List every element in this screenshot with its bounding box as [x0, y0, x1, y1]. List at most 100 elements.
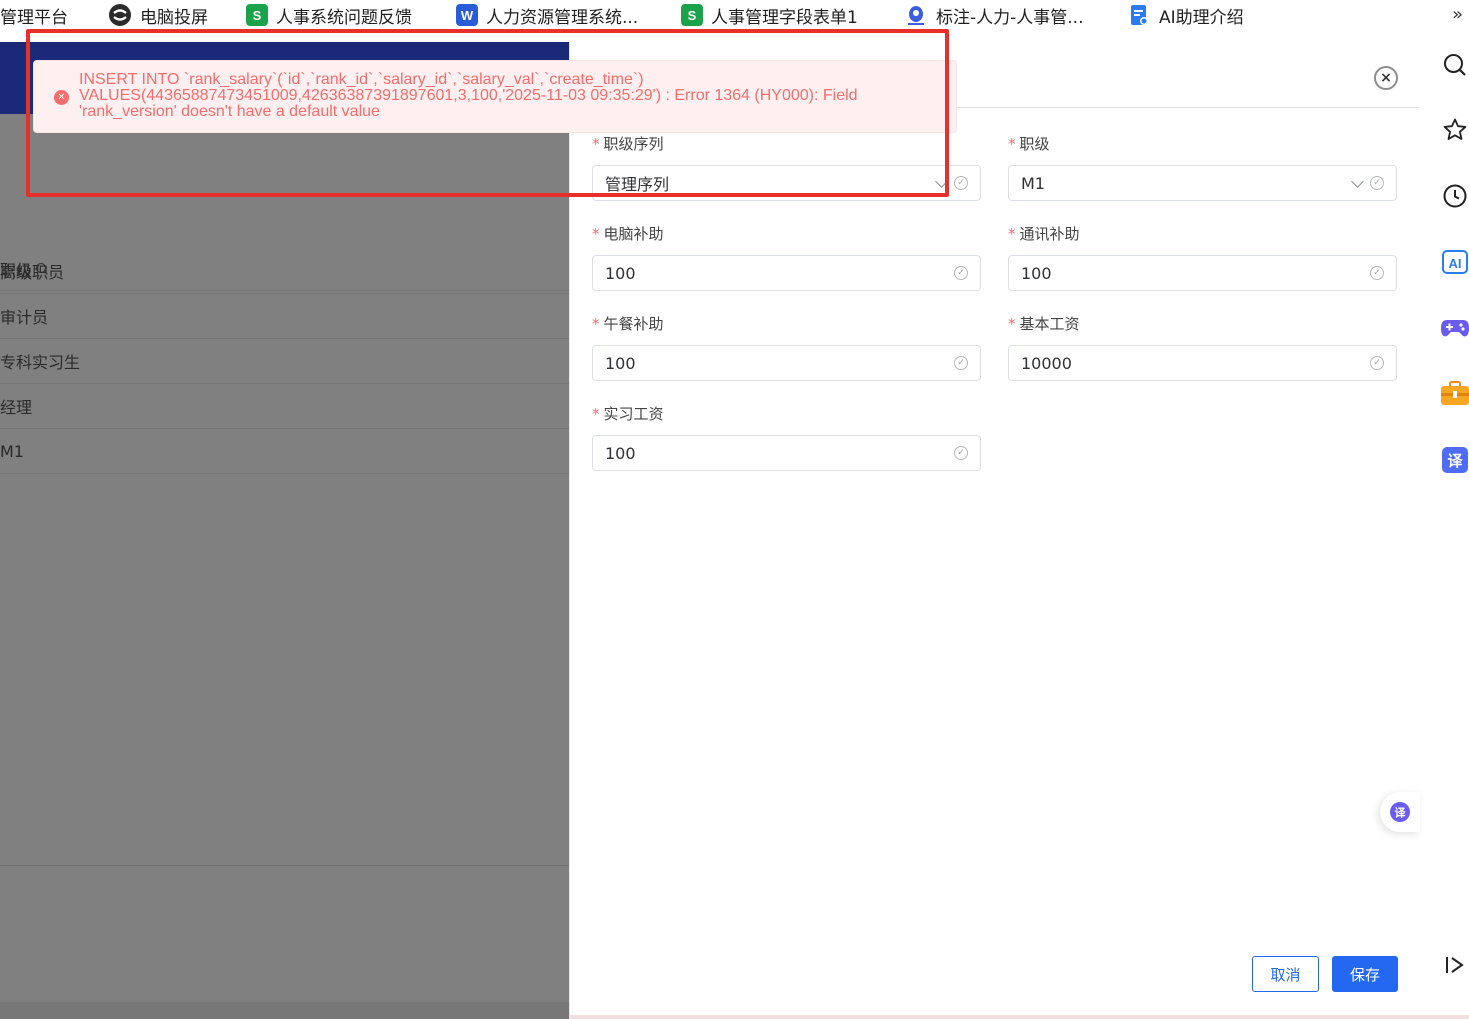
check-circle-icon: ✓ — [954, 356, 968, 370]
table-row[interactable]: 专科实习生 — [0, 339, 569, 384]
doc-icon — [1127, 3, 1151, 27]
bookmark-management-platform[interactable]: 管理平台 — [0, 3, 68, 28]
bookmark-annotation[interactable]: 标注-人力-人事管... — [904, 3, 1084, 28]
computer-allowance-label: * 电脑补助 — [592, 223, 664, 244]
divider — [0, 865, 569, 866]
error-circle-icon: ✕ — [54, 90, 69, 105]
table-cell: M1 — [0, 441, 24, 461]
ai-icon[interactable]: AI — [1440, 247, 1469, 277]
check-circle-icon: ✓ — [1370, 176, 1384, 190]
browser-sidebar — [1419, 30, 1469, 1019]
label-text: 电脑补助 — [603, 225, 664, 243]
sheet-icon: S — [246, 4, 268, 26]
svg-text:译: 译 — [1447, 452, 1463, 470]
bookmark-hr-feedback[interactable]: S 人事系统问题反馈 — [246, 3, 412, 28]
game-controller-icon[interactable] — [1440, 313, 1469, 343]
table-cell: 专科实习生 — [0, 353, 81, 372]
bookmark-label: AI助理介绍 — [1159, 7, 1244, 28]
bookmark-hr-field-form[interactable]: S 人事管理字段表单1 — [681, 3, 858, 28]
required-mark: * — [1008, 135, 1016, 153]
collapse-sidebar-icon[interactable] — [1440, 950, 1469, 980]
bookmark-label: 标注-人力-人事管... — [936, 7, 1084, 28]
error-line: 'rank_version' doesn't have a default va… — [79, 103, 380, 120]
edit-drawer: × * 职级序列 管理序列 ✓ * 职级 M1 ✓ * 电脑补助 100 ✓ * 通讯补… — [569, 42, 1420, 1015]
annotation-icon — [904, 3, 928, 27]
label-text: 职级 — [1019, 135, 1050, 153]
bookmark-screencast[interactable]: 电脑投屏 — [108, 3, 208, 28]
sheet-icon: S — [681, 4, 703, 26]
translate-icon[interactable]: 译 — [1440, 445, 1469, 475]
intern-salary-input[interactable]: 100 ✓ — [592, 435, 981, 471]
select-value: M1 — [1021, 173, 1045, 193]
page-footer-strip — [0, 1002, 569, 1019]
svg-text:译: 译 — [1395, 807, 1407, 820]
check-circle-icon: ✓ — [954, 266, 968, 280]
bookmark-label: 人力资源管理系统... — [486, 7, 639, 28]
check-circle-icon: ✓ — [954, 446, 968, 460]
svg-text:AI: AI — [1449, 256, 1462, 271]
word-icon: W — [456, 4, 478, 26]
bookmark-label: 人事管理字段表单1 — [711, 7, 858, 28]
table-cell: 审计员 — [0, 308, 49, 327]
search-icon[interactable] — [1440, 50, 1469, 80]
bookmarks-bar: 管理平台 电脑投屏 S 人事系统问题反馈 W 人力资源管理系统... S 人事管… — [0, 0, 1469, 30]
input-value: 100 — [605, 443, 636, 463]
required-mark: * — [592, 225, 600, 243]
label-text: 基本工资 — [1019, 315, 1080, 333]
table-cell: 高级职员 — [0, 263, 65, 282]
bookmark-label: 管理平台 — [0, 7, 68, 28]
bookmark-label: 电脑投屏 — [140, 7, 208, 28]
bookmark-hr-system[interactable]: W 人力资源管理系统... — [456, 3, 639, 28]
select-value: 管理序列 — [605, 175, 670, 194]
required-mark: * — [592, 135, 600, 153]
required-mark: * — [1008, 315, 1016, 333]
close-icon[interactable]: × — [1374, 66, 1398, 90]
bookmarks-more-button[interactable]: » — [1452, 4, 1463, 25]
save-button[interactable]: 保存 — [1332, 956, 1398, 992]
translate-icon: 译 — [1389, 801, 1411, 823]
base-salary-label: * 基本工资 — [1008, 313, 1080, 334]
rank-sequence-label: * 职级序列 — [592, 133, 664, 154]
briefcase-icon[interactable] — [1440, 378, 1469, 408]
error-text: INSERT INTO `rank_salary`(`id`,`rank_id`… — [79, 72, 899, 120]
check-circle-icon: ✓ — [1370, 356, 1384, 370]
error-message: ✕ INSERT INTO `rank_salary`(`id`,`rank_i… — [33, 60, 957, 133]
intern-salary-label: * 实习工资 — [592, 403, 664, 424]
rank-select[interactable]: M1 ✓ — [1008, 165, 1397, 201]
bookmark-label: 人事系统问题反馈 — [276, 7, 412, 28]
input-value: 100 — [605, 263, 636, 283]
table-cell: 经理 — [0, 398, 33, 417]
label-text: 职级序列 — [603, 135, 664, 153]
required-mark: * — [592, 405, 600, 423]
star-icon[interactable] — [1440, 115, 1469, 145]
table-row[interactable]: 审计员 — [0, 294, 569, 339]
label-text: 午餐补助 — [603, 315, 664, 333]
comm-allowance-input[interactable]: 100 ✓ — [1008, 255, 1397, 291]
rank-label: * 职级 — [1008, 133, 1050, 154]
computer-allowance-input[interactable]: 100 ✓ — [592, 255, 981, 291]
comm-allowance-label: * 通讯补助 — [1008, 223, 1080, 244]
input-value: 10000 — [1021, 353, 1072, 373]
bookmark-ai-assistant[interactable]: AI助理介绍 — [1127, 3, 1244, 28]
lunch-allowance-input[interactable]: 100 ✓ — [592, 345, 981, 381]
lunch-allowance-label: * 午餐补助 — [592, 313, 664, 334]
error-line: VALUES(443658874734510​09,42636387391897… — [79, 87, 858, 104]
required-mark: * — [1008, 225, 1016, 243]
required-mark: * — [592, 315, 600, 333]
table-row[interactable]: 经理 — [0, 384, 569, 429]
floating-translate-button[interactable]: 译 — [1380, 792, 1420, 832]
history-icon[interactable] — [1440, 181, 1469, 211]
error-line: INSERT INTO `rank_salary`(`id`,`rank_id`… — [79, 71, 644, 88]
bottom-edge — [569, 1015, 1469, 1019]
label-text: 实习工资 — [603, 405, 664, 423]
rank-sequence-select[interactable]: 管理序列 ✓ — [592, 165, 981, 201]
input-value: 100 — [605, 353, 636, 373]
input-value: 100 — [1021, 263, 1052, 283]
base-salary-input[interactable]: 10000 ✓ — [1008, 345, 1397, 381]
table-row[interactable]: 高级职员 — [0, 249, 569, 294]
screencast-icon — [108, 3, 132, 27]
table-row[interactable]: M1 — [0, 429, 569, 474]
cancel-button[interactable]: 取消 — [1252, 956, 1319, 992]
check-circle-icon: ✓ — [954, 176, 968, 190]
label-text: 通讯补助 — [1019, 225, 1080, 243]
